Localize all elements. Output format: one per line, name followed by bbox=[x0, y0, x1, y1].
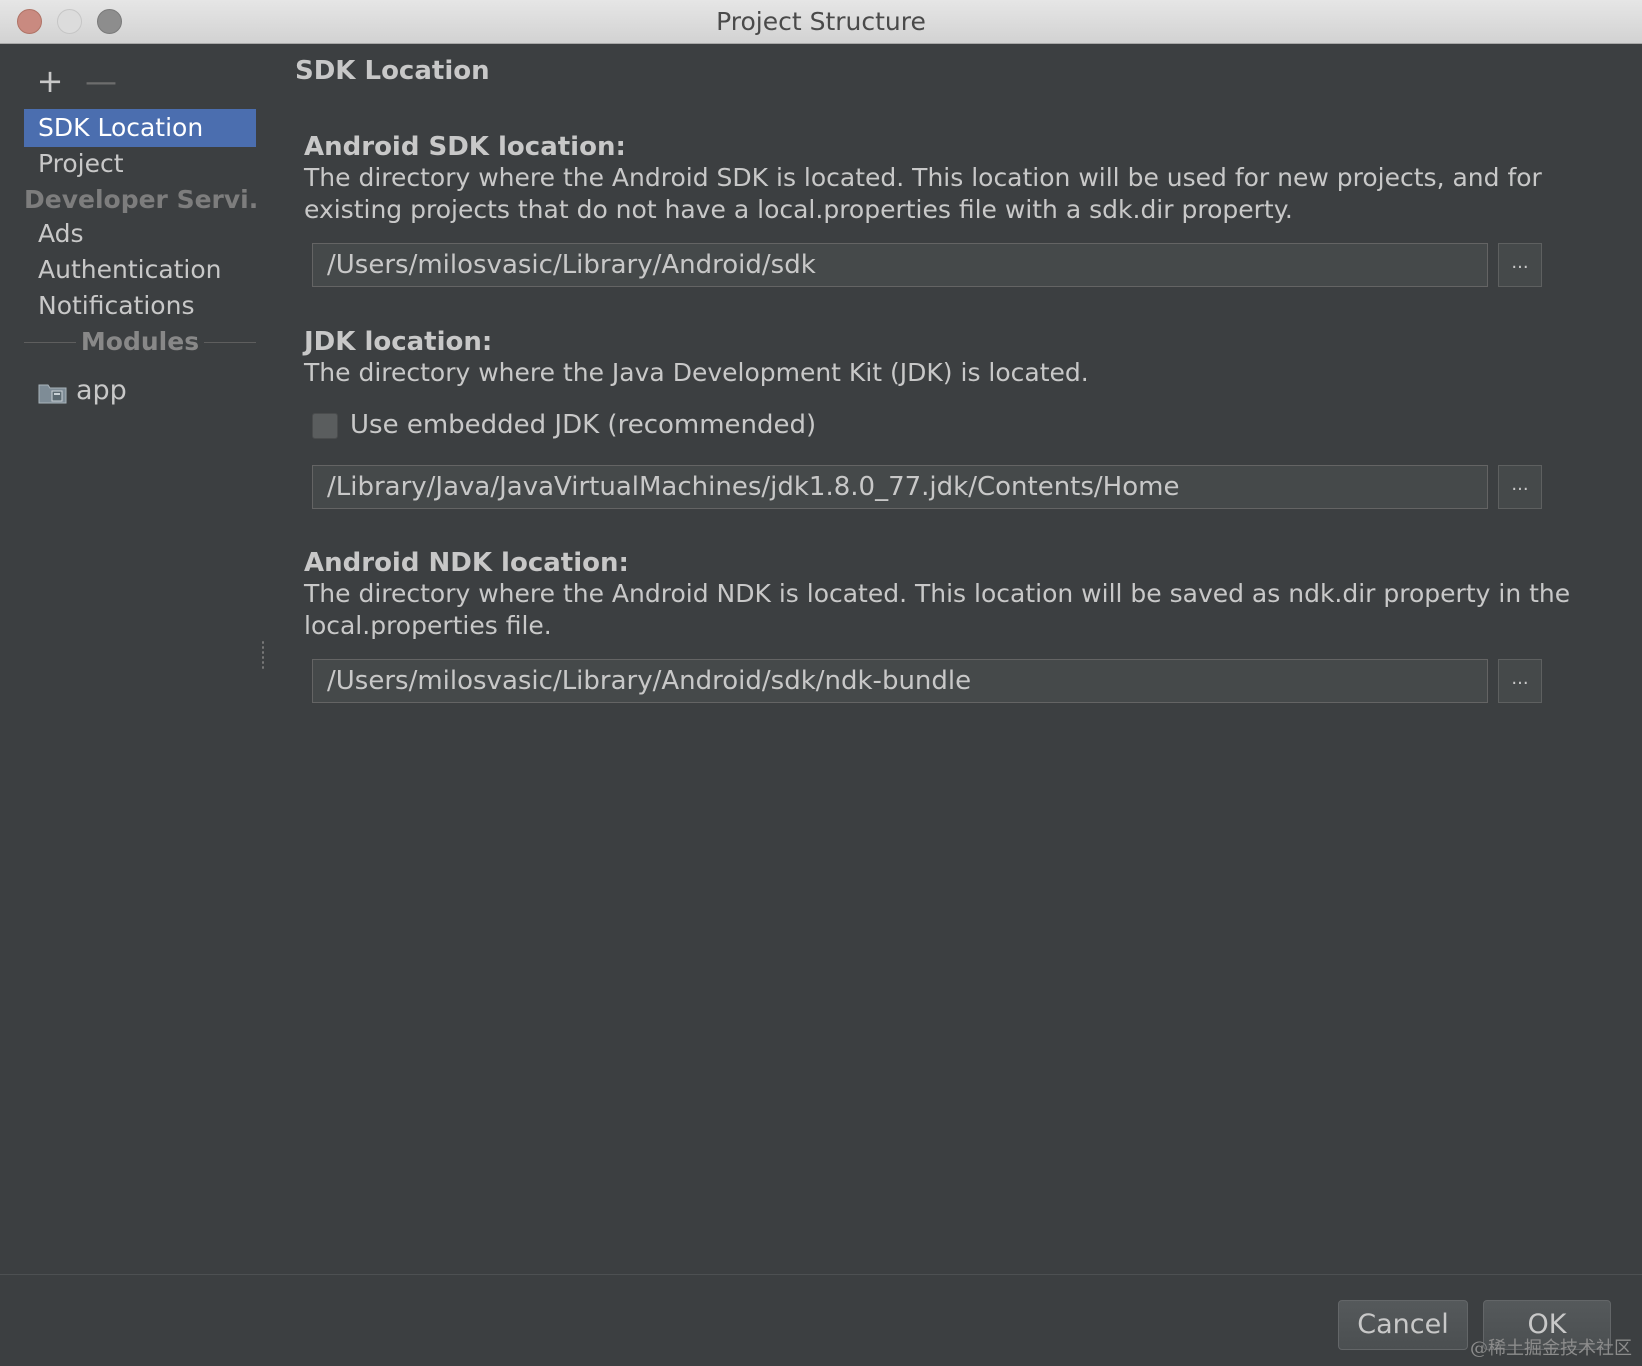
sidebar: + — SDK Location Project Developer Servi… bbox=[0, 44, 262, 1274]
embedded-jdk-checkbox[interactable] bbox=[312, 413, 338, 439]
sdk-path-field[interactable]: /Users/milosvasic/Library/Android/sdk bbox=[312, 243, 1488, 287]
ndk-browse-button[interactable]: ... bbox=[1498, 659, 1542, 703]
sdk-location-panel: SDK Location Android SDK location: The d… bbox=[290, 44, 1620, 1274]
sdk-section-description: The directory where the Android SDK is l… bbox=[304, 163, 1542, 224]
ndk-section-title: Android NDK location: bbox=[304, 548, 629, 578]
ndk-section-description: The directory where the Android NDK is l… bbox=[304, 579, 1571, 640]
add-icon[interactable]: + bbox=[35, 65, 65, 97]
watermark-text: @稀土掘金技术社区 bbox=[1470, 1338, 1632, 1359]
sidebar-item-app-label: app bbox=[76, 375, 127, 406]
jdk-path-field[interactable]: /Library/Java/JavaVirtualMachines/jdk1.8… bbox=[312, 465, 1488, 509]
sidebar-item-notifications[interactable]: Notifications bbox=[24, 287, 256, 325]
jdk-browse-button[interactable]: ... bbox=[1498, 465, 1542, 509]
sidebar-item-project[interactable]: Project bbox=[24, 145, 256, 183]
panel-title: SDK Location bbox=[295, 56, 490, 86]
cancel-button[interactable]: Cancel bbox=[1338, 1300, 1468, 1350]
footer-divider bbox=[0, 1274, 1642, 1275]
jdk-section-title: JDK location: bbox=[304, 327, 493, 357]
sdk-section-title: Android SDK location: bbox=[304, 132, 626, 162]
sidebar-item-app[interactable]: app bbox=[38, 372, 127, 410]
sidebar-item-sdk-location[interactable]: SDK Location bbox=[24, 109, 256, 147]
splitter-handle[interactable] bbox=[261, 640, 265, 670]
jdk-section-description: The directory where the Java Development… bbox=[304, 358, 1089, 387]
title-bar: Project Structure bbox=[0, 0, 1642, 44]
ndk-path-field[interactable]: /Users/milosvasic/Library/Android/sdk/nd… bbox=[312, 659, 1488, 703]
embedded-jdk-label[interactable]: Use embedded JDK (recommended) bbox=[350, 410, 816, 440]
window-title: Project Structure bbox=[716, 7, 926, 36]
sidebar-item-ads[interactable]: Ads bbox=[24, 215, 256, 253]
sdk-browse-button[interactable]: ... bbox=[1498, 243, 1542, 287]
module-folder-icon bbox=[38, 378, 68, 403]
sidebar-item-authentication[interactable]: Authentication bbox=[24, 251, 256, 289]
sidebar-modules-separator: Modules bbox=[24, 323, 256, 361]
remove-icon[interactable]: — bbox=[85, 65, 117, 97]
sidebar-group-developer-services: Developer Servi... bbox=[24, 185, 256, 214]
